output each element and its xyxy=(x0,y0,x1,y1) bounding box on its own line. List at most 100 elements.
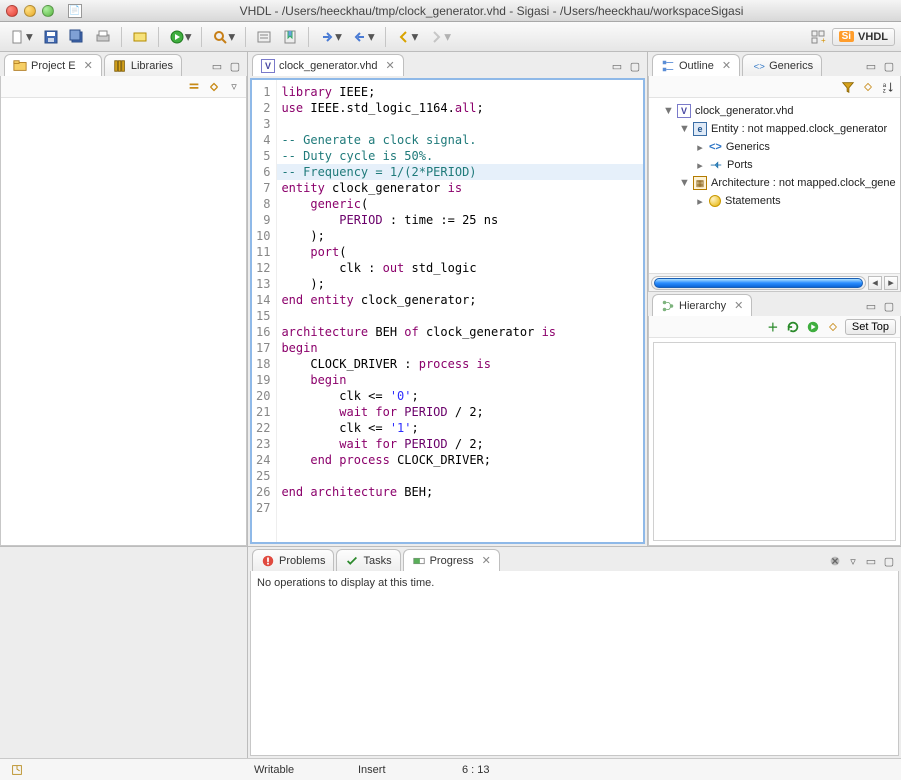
status-bar: Writable Insert 6 : 13 xyxy=(0,758,901,780)
save-all-button[interactable] xyxy=(65,26,89,48)
disclose-icon[interactable]: ▼ xyxy=(679,177,689,189)
scroll-right-icon[interactable]: ▸ xyxy=(884,276,898,290)
link-icon[interactable] xyxy=(825,319,841,335)
zoom-window-button[interactable] xyxy=(42,5,54,17)
outline-generics[interactable]: Generics xyxy=(726,141,770,153)
save-button[interactable] xyxy=(39,26,63,48)
svg-text:<>: <> xyxy=(754,61,765,72)
horizontal-scrollbar[interactable]: ◂ ▸ xyxy=(649,273,900,291)
tab-tasks[interactable]: Tasks xyxy=(336,549,400,571)
tab-label: Problems xyxy=(279,555,325,567)
link-icon[interactable] xyxy=(860,79,876,95)
tab-project-explorer[interactable]: Project E ✕ xyxy=(4,54,102,76)
maximize-view-icon[interactable]: ▢ xyxy=(881,58,897,74)
close-icon[interactable]: ✕ xyxy=(84,59,93,72)
outline-entity[interactable]: Entity : not mapped.clock_generator xyxy=(711,123,887,135)
progress-view-body: No operations to display at this time. xyxy=(250,571,899,756)
view-menu-icon[interactable]: ▿ xyxy=(845,553,861,569)
refresh-icon[interactable] xyxy=(785,319,801,335)
close-icon[interactable]: ✕ xyxy=(482,554,491,567)
disclose-icon[interactable]: ▸ xyxy=(695,195,705,208)
minimize-editor-icon[interactable]: ▭ xyxy=(609,58,625,74)
prev-annotation-button[interactable]: ▾ xyxy=(348,26,379,48)
add-icon[interactable]: ＋ xyxy=(765,319,781,335)
minimize-view-icon[interactable]: ▭ xyxy=(209,58,225,74)
close-icon[interactable]: ✕ xyxy=(385,59,394,72)
tab-problems[interactable]: Problems xyxy=(252,549,334,571)
view-menu-remove-icon[interactable] xyxy=(827,553,843,569)
toggle-mark-button[interactable] xyxy=(278,26,302,48)
svg-text:z: z xyxy=(883,87,886,94)
perspective-switcher[interactable]: Si VHDL xyxy=(832,28,895,46)
tab-label: Progress xyxy=(430,555,474,567)
tab-label: Outline xyxy=(679,60,714,72)
minimize-view-icon[interactable]: ▭ xyxy=(863,298,879,314)
view-menu-icon[interactable]: ▿ xyxy=(226,79,242,95)
disclose-icon[interactable]: ▼ xyxy=(679,123,689,135)
close-window-button[interactable] xyxy=(6,5,18,17)
outline-statements[interactable]: Statements xyxy=(725,195,781,207)
outline-tabbar: Outline ✕ <> Generics ▭ ▢ xyxy=(648,52,901,76)
tab-label: Generics xyxy=(769,60,813,72)
outline-root[interactable]: clock_generator.vhd xyxy=(695,105,793,117)
disclose-icon[interactable]: ▸ xyxy=(695,159,705,172)
status-launch-icon[interactable] xyxy=(10,763,230,777)
outline-architecture[interactable]: Architecture : not mapped.clock_gene xyxy=(711,177,896,189)
document-icon: 📄 xyxy=(68,4,82,18)
run-button[interactable]: ▾ xyxy=(165,26,196,48)
bottom-tabbar: Problems Tasks Progress ✕ ▿ ▭ xyxy=(248,547,901,571)
tab-libraries[interactable]: Libraries xyxy=(104,54,182,76)
new-button[interactable]: ▾ xyxy=(6,26,37,48)
disclose-icon[interactable]: ▸ xyxy=(695,141,705,154)
tab-label: Project E xyxy=(31,60,76,72)
back-button[interactable]: ▾ xyxy=(392,26,423,48)
tab-label: Tasks xyxy=(363,555,391,567)
code-editor[interactable]: 1234567891011121314151617181920212223242… xyxy=(252,80,643,542)
filter-icon[interactable] xyxy=(840,79,856,95)
status-cursor-position: 6 : 13 xyxy=(462,764,542,776)
toggle-comment-button[interactable] xyxy=(252,26,276,48)
maximize-view-icon[interactable]: ▢ xyxy=(227,58,243,74)
bottom-left-margin xyxy=(0,547,248,758)
next-annotation-button[interactable]: ▾ xyxy=(315,26,346,48)
close-icon[interactable]: ✕ xyxy=(734,299,743,312)
tab-label: Libraries xyxy=(131,60,173,72)
run-hierarchy-icon[interactable] xyxy=(805,319,821,335)
tab-label: Hierarchy xyxy=(679,300,726,312)
minimize-view-icon[interactable]: ▭ xyxy=(863,553,879,569)
link-editor-icon[interactable] xyxy=(206,79,222,95)
outline-tree[interactable]: ▼Vclock_generator.vhd ▼eEntity : not map… xyxy=(649,98,900,273)
collapse-all-icon[interactable] xyxy=(186,79,202,95)
status-writable: Writable xyxy=(254,764,334,776)
tab-hierarchy[interactable]: Hierarchy ✕ xyxy=(652,294,752,316)
close-icon[interactable]: ✕ xyxy=(722,59,731,72)
sort-icon[interactable]: az xyxy=(880,79,896,95)
minimize-view-icon[interactable]: ▭ xyxy=(863,58,879,74)
set-top-button[interactable]: Set Top xyxy=(845,319,896,335)
window-title: VHDL - /Users/heeckhau/tmp/clock_generat… xyxy=(88,4,895,18)
line-number-gutter: 1234567891011121314151617181920212223242… xyxy=(252,80,277,542)
minimize-window-button[interactable] xyxy=(24,5,36,17)
editor-tab[interactable]: V clock_generator.vhd ✕ xyxy=(252,54,404,76)
maximize-view-icon[interactable]: ▢ xyxy=(881,553,897,569)
disclose-icon[interactable]: ▼ xyxy=(663,105,673,117)
scroll-left-icon[interactable]: ◂ xyxy=(868,276,882,290)
outline-ports[interactable]: Ports xyxy=(727,159,753,171)
window-titlebar: 📄 VHDL - /Users/heeckhau/tmp/clock_gener… xyxy=(0,0,901,22)
print-button[interactable] xyxy=(91,26,115,48)
scrollbar-thumb[interactable] xyxy=(654,278,863,288)
forward-button[interactable]: ▾ xyxy=(424,26,455,48)
tab-outline[interactable]: Outline ✕ xyxy=(652,54,740,76)
open-perspective-button[interactable]: + xyxy=(806,26,830,48)
maximize-editor-icon[interactable]: ▢ xyxy=(627,58,643,74)
search-button[interactable]: ▾ xyxy=(208,26,239,48)
tab-progress[interactable]: Progress ✕ xyxy=(403,549,500,571)
hierarchy-body[interactable] xyxy=(653,342,896,541)
tab-generics[interactable]: <> Generics xyxy=(742,54,822,76)
maximize-view-icon[interactable]: ▢ xyxy=(881,298,897,314)
ports-icon xyxy=(709,158,723,172)
code-area[interactable]: library IEEE;use IEEE.std_logic_1164.all… xyxy=(277,80,643,542)
perspective-label: VHDL xyxy=(858,31,888,43)
build-button[interactable] xyxy=(128,26,152,48)
project-explorer-body[interactable] xyxy=(1,98,246,545)
